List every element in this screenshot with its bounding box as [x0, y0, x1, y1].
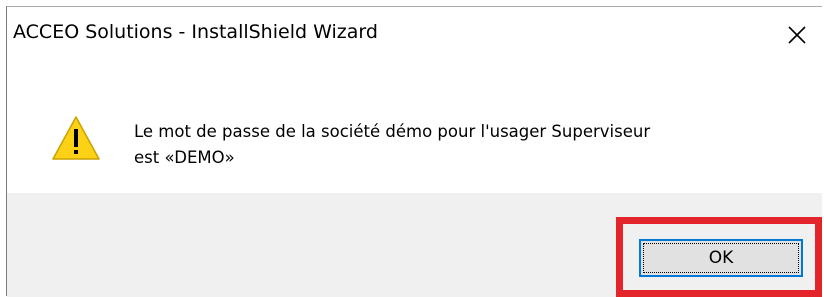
message-line-1: Le mot de passe de la société démo pour … [134, 122, 651, 141]
message-text: Le mot de passe de la société démo pour … [134, 119, 794, 171]
button-bar: OK [7, 193, 822, 297]
close-button[interactable] [777, 15, 817, 55]
message-area: Le mot de passe de la société démo pour … [7, 65, 822, 193]
ok-button-label: OK [643, 243, 799, 273]
title-bar: ACCEO Solutions - InstallShield Wizard [7, 7, 822, 65]
ok-button[interactable]: OK [639, 239, 803, 277]
window-title: ACCEO Solutions - InstallShield Wizard [13, 21, 378, 43]
installshield-dialog: ACCEO Solutions - InstallShield Wizard L… [6, 6, 822, 297]
warning-icon [51, 115, 101, 161]
close-icon [788, 26, 806, 44]
message-line-2: est «DEMO» [134, 148, 235, 167]
